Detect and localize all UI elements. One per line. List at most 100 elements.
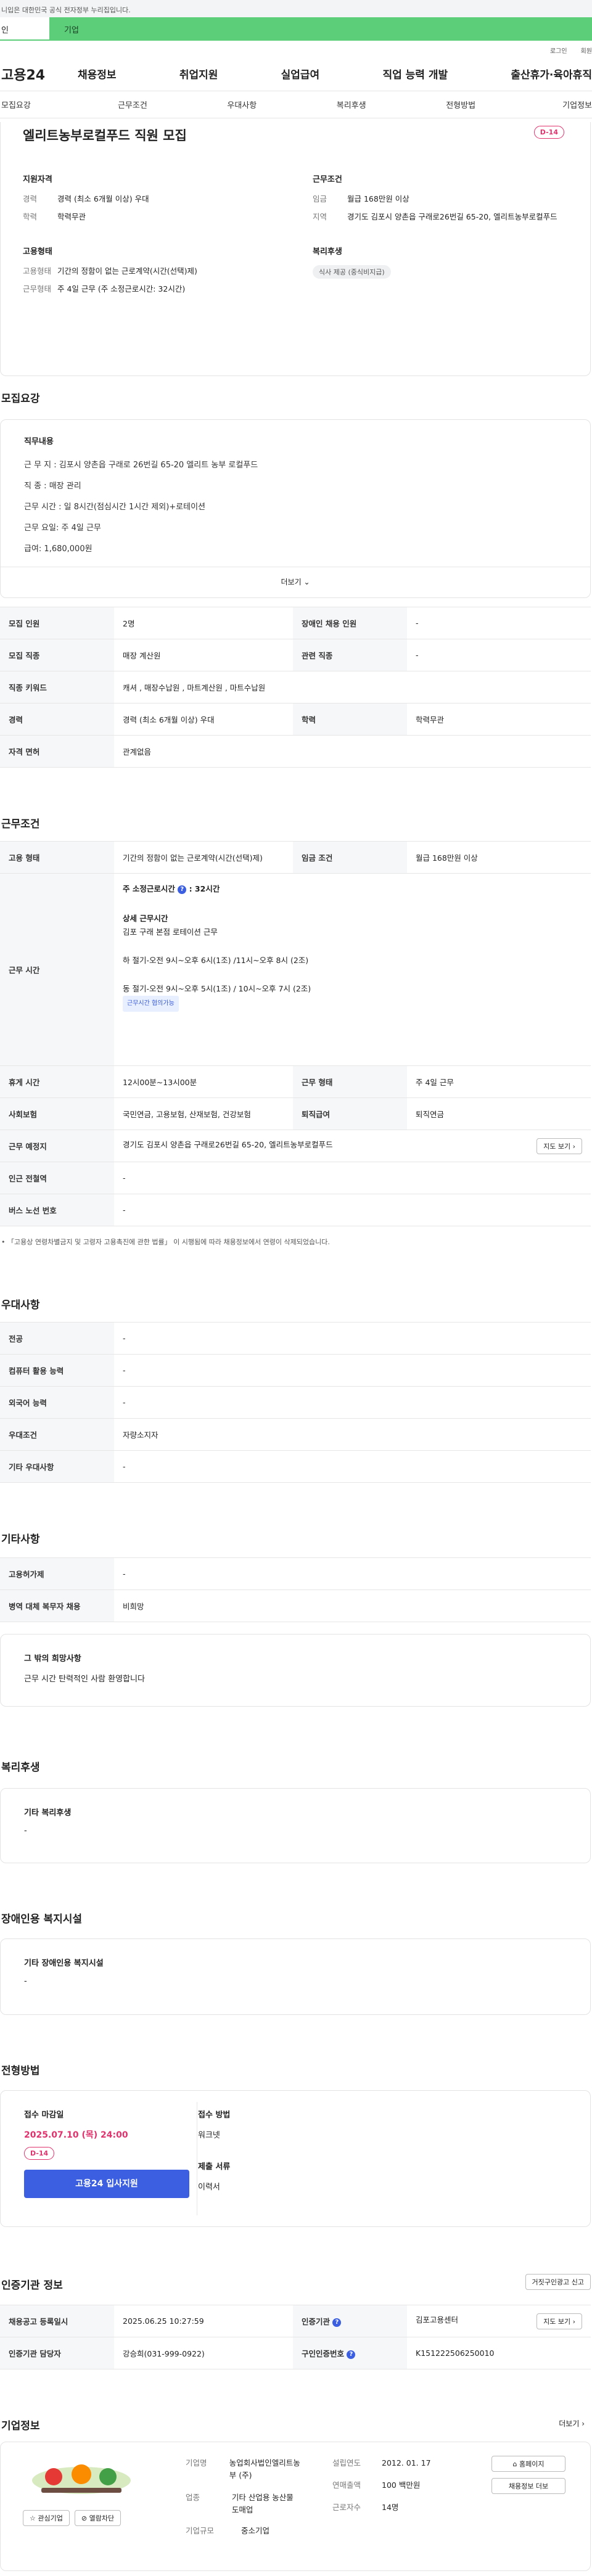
homepage-button[interactable]: ⌂ 홈페이지 <box>491 2456 565 2472</box>
info-icon[interactable]: ? <box>347 2350 356 2359</box>
report-button[interactable]: 거짓구인광고 신고 <box>525 2274 591 2290</box>
chevron-right-icon: › <box>572 2317 575 2326</box>
weekly-hours-value: 32시간 <box>194 884 220 893</box>
gov-banner: 니입은 대한민국 공식 전자정부 누리집입니다. <box>0 0 592 17</box>
established-value: 2012. 01. 17 <box>382 2458 431 2467</box>
gnb-item-employment-support[interactable]: 취업지원 <box>179 66 218 81</box>
homepage-label: 홈페이지 <box>519 2460 545 2468</box>
disabled-text: - <box>24 1977 27 1986</box>
table-row: 인근 전철역 - <box>0 1162 591 1194</box>
insurance-value: 국민연금, 고용보험, 산재보험, 건강보험 <box>114 1097 293 1130</box>
deadline-block: 접수 마감일 2025.07.10 (목) 24:00 D-14 고용24 입사… <box>24 2108 203 2198</box>
method-heading: 접수 방법 <box>198 2110 231 2120</box>
job-line-5: 급여: 1,680,000원 <box>24 544 92 554</box>
subnav-preference[interactable]: 우대사항 <box>187 99 297 110</box>
info-icon[interactable]: ? <box>178 885 187 894</box>
gnb-item-leave[interactable]: 출산휴가·육아휴직 <box>511 66 592 81</box>
map-button-label: 지도 보기 <box>543 1142 571 1151</box>
block-icon: ⊘ <box>81 2514 88 2522</box>
qualification-heading: 지원자격 <box>23 175 52 184</box>
apply-button[interactable]: 고용24 입사지원 <box>24 2170 189 2198</box>
interest-company-button[interactable]: ☆ 관심기업 <box>23 2510 70 2526</box>
table-row: 경력 경력 (최소 6개월 이상) 우대 학력 학력무관 <box>0 703 591 736</box>
career-key: 경력 <box>23 194 38 203</box>
recruit-section-title: 모집요강 <box>1 393 40 405</box>
manager-key: 인증기관 담당자 <box>0 2337 114 2369</box>
cert-no-value: K151222506250010 <box>407 2337 591 2369</box>
subnav-company[interactable]: 기업정보 <box>516 99 592 110</box>
gnb-item-training[interactable]: 직업 능력 개발 <box>382 66 448 81</box>
subnav-welfare[interactable]: 복리후생 <box>297 99 406 110</box>
edu-key: 학력 <box>23 212 38 221</box>
subnav-recruit[interactable]: 모집요강 <box>0 99 78 110</box>
home-icon: ⌂ <box>512 2460 517 2468</box>
emp-type-heading: 고용형태 <box>23 247 52 256</box>
map-button[interactable]: 지도 보기 › <box>536 1138 582 1154</box>
top-tabbar: 인 기업 <box>0 17 592 41</box>
table-row: 버스 노선 번호 - <box>0 1194 591 1226</box>
cert-no-key-cell: 구인인증번호 ? <box>293 2337 407 2369</box>
subnav-conditions[interactable]: 근무조건 <box>78 99 187 110</box>
gnb-item-jobs[interactable]: 채용정보 <box>78 66 117 81</box>
tab-personal[interactable]: 인 <box>0 17 49 41</box>
table-row: 병역 대체 복무자 채용 비희망 <box>0 1589 591 1622</box>
reg-date-key: 채용공고 등록일시 <box>0 2305 114 2337</box>
interest-label: 관심기업 <box>38 2514 63 2522</box>
agency-map-button[interactable]: 지도 보기 › <box>536 2313 582 2329</box>
industry-key: 업종 <box>186 2493 200 2502</box>
selection-section-title: 전형방법 <box>1 2065 40 2077</box>
disabled-section-title: 장애인용 복지시설 <box>1 1913 83 1926</box>
block-button[interactable]: ⊘ 열람차단 <box>74 2510 121 2526</box>
agency-key: 인증기관 <box>302 2317 331 2326</box>
detail-line-3: 동 절기-오전 9시~오후 5시(1조) / 10시~오후 7시 (2조) <box>123 984 311 993</box>
shift-value: 주 4일 근무 <box>407 1065 591 1098</box>
join-link[interactable]: 회원 <box>581 46 592 57</box>
docs-heading: 제출 서류 <box>198 2162 231 2172</box>
info-icon[interactable]: ? <box>332 2318 342 2327</box>
other-wish-heading: 그 밖의 희망사항 <box>24 1654 81 1663</box>
more-label: 더보기 <box>281 578 302 586</box>
job-line-4: 근무 요일: 주 4일 근무 <box>24 523 101 533</box>
site-logo[interactable]: 고용24 <box>0 64 68 84</box>
conditions-table: 고용 형태 기간의 정함이 없는 근로계약(시간(선택)제) 임금 조건 월급 … <box>0 841 591 1226</box>
table-row: 인증기관 담당자 강승희(031-999-0922) 구인인증번호 ? K151… <box>0 2337 591 2369</box>
license-value: 관계없음 <box>114 735 591 768</box>
more-button[interactable]: 더보기 ⌄ <box>1 567 590 597</box>
welfare-summary-heading: 복리후생 <box>313 247 342 256</box>
company-size-key: 기업규모 <box>186 2526 215 2535</box>
work-permit-value: - <box>114 1557 591 1590</box>
keyword-value: 캐셔 , 매장수납원 , 마트계산원 , 마트수납원 <box>114 671 591 703</box>
company-name-key: 기업명 <box>186 2458 207 2467</box>
table-row: 자격 면허 관계없음 <box>0 735 591 768</box>
tab-company[interactable]: 기업 <box>49 17 592 41</box>
pref-cond-key: 우대조건 <box>0 1418 114 1451</box>
agency-map-label: 지도 보기 <box>543 2317 571 2326</box>
license-key: 자격 면허 <box>0 735 114 768</box>
occupation-key: 모집 직종 <box>0 639 114 671</box>
other-pref-value: - <box>114 1450 591 1483</box>
break-value: 12시00분~13시00분 <box>114 1065 293 1098</box>
language-value: - <box>114 1386 591 1419</box>
login-link[interactable]: 로그인 <box>550 46 567 57</box>
block-label: 열람차단 <box>89 2514 115 2522</box>
detail-hours-label: 상세 근무시간 <box>123 914 168 923</box>
military-value: 비희망 <box>114 1589 591 1622</box>
selection-box: 접수 마감일 2025.07.10 (목) 24:00 D-14 고용24 입사… <box>0 2090 591 2227</box>
pay-value: 월급 168만원 이상 <box>347 194 409 203</box>
manager-value: 강승희(031-999-0922) <box>114 2337 293 2369</box>
subnav-selection[interactable]: 전형방법 <box>406 99 515 110</box>
qualification-block: 지원자격 경력 경력 (최소 6개월 이상) 우대 학력 학력무관 <box>23 173 288 229</box>
agency-cell: 김포고용센터 지도 보기 › <box>407 2305 591 2337</box>
condition-block: 근무조건 임금 월급 168만원 이상 지역 경기도 김포시 양촌읍 구래로26번길… <box>313 173 578 229</box>
bus-key: 버스 노선 번호 <box>0 1194 114 1226</box>
method-block: 접수 방법 워크넷 제출 서류 이력서 <box>198 2108 230 2192</box>
job-list-button[interactable]: 채용정보 더보 <box>491 2478 565 2494</box>
welfare-box: 기타 복리후생 - <box>0 1788 591 1863</box>
hours-negotiable-tag: 근무시간 협의가능 <box>123 996 179 1012</box>
weekly-hours-label: 주 소정근로시간 <box>123 884 175 893</box>
company-more-link[interactable]: 더보기 › <box>559 2418 585 2429</box>
agency-section-title: 인증기관 정보 <box>1 2279 63 2292</box>
gnb-item-unemployment[interactable]: 실업급여 <box>281 66 320 81</box>
language-key: 외국어 능력 <box>0 1386 114 1419</box>
career-key: 경력 <box>0 703 114 736</box>
